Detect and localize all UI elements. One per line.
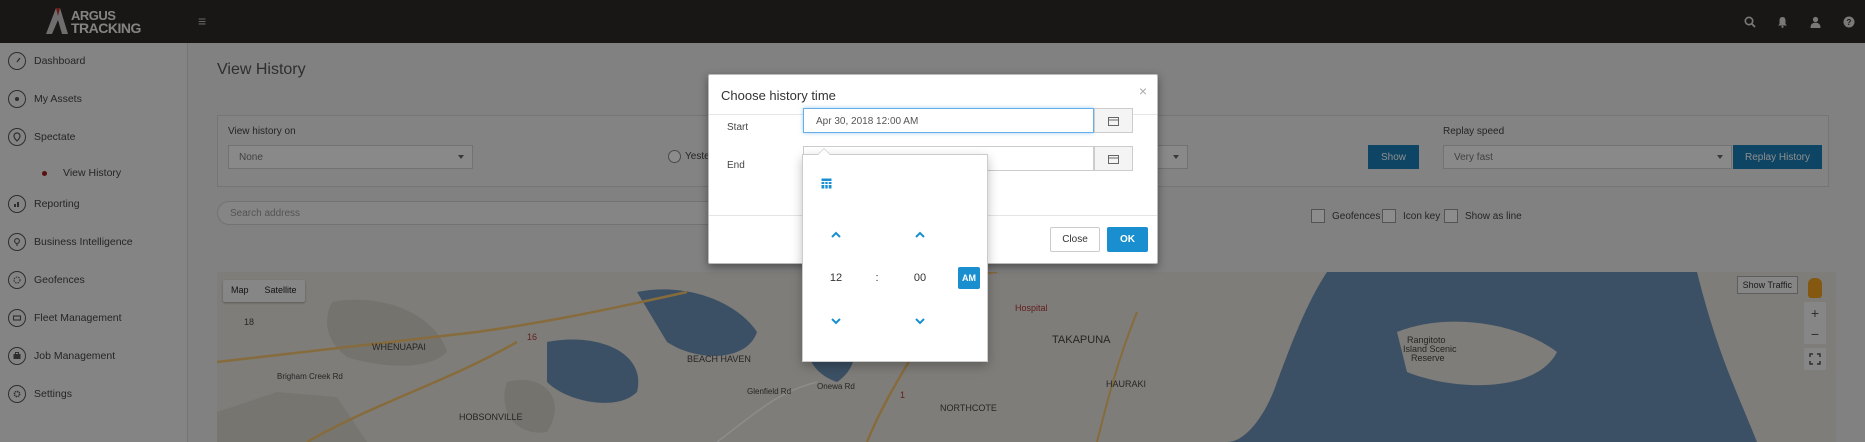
- calendar-icon: [1108, 154, 1119, 164]
- end-calendar-button[interactable]: [1094, 146, 1133, 171]
- start-datetime-input[interactable]: Apr 30, 2018 12:00 AM: [803, 108, 1094, 133]
- minute-value[interactable]: 00: [907, 267, 933, 289]
- time-separator: :: [875, 272, 879, 284]
- close-icon[interactable]: ×: [1139, 83, 1147, 99]
- minute-up-chevron-icon[interactable]: [911, 226, 929, 242]
- hour-value[interactable]: 12: [823, 267, 849, 289]
- minute-down-chevron-icon[interactable]: [911, 313, 929, 329]
- hour-down-chevron-icon[interactable]: [827, 313, 845, 329]
- hour-up-chevron-icon[interactable]: [827, 226, 845, 242]
- time-picker: 12 : 00 AM: [802, 148, 988, 362]
- start-calendar-button[interactable]: [1094, 108, 1133, 133]
- end-label: End: [727, 160, 745, 171]
- dialog-title: Choose history time: [721, 88, 836, 103]
- close-button[interactable]: Close: [1050, 227, 1100, 252]
- am-pm-toggle[interactable]: AM: [958, 267, 980, 289]
- switch-to-calendar-icon[interactable]: [819, 176, 833, 190]
- ok-button[interactable]: OK: [1107, 227, 1148, 252]
- calendar-icon: [1108, 116, 1119, 126]
- start-label: Start: [727, 122, 749, 133]
